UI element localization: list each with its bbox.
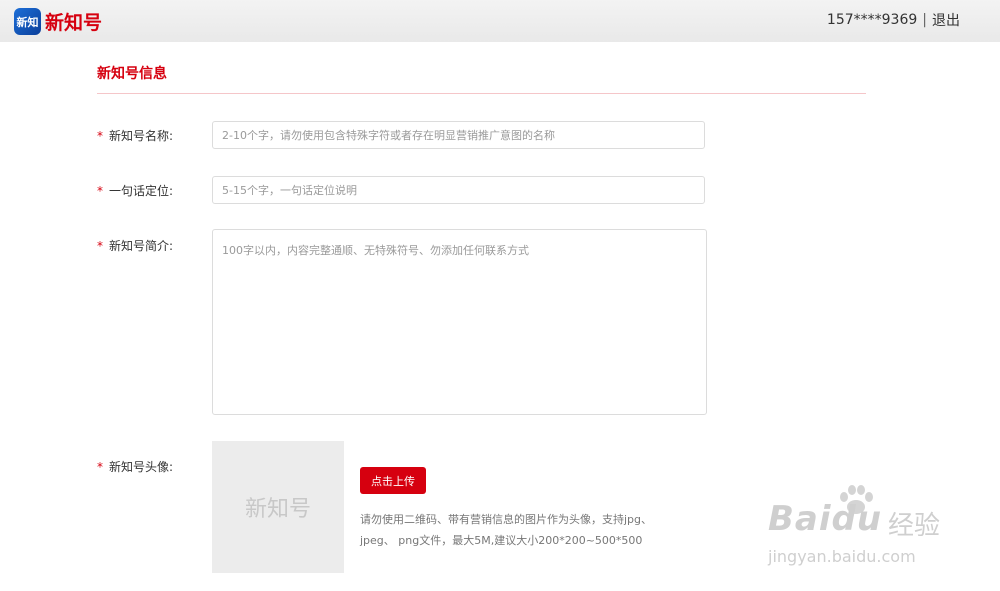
upload-hint: 请勿使用二维码、带有营销信息的图片作为头像，支持jpg、 jpeg、 png文件… <box>360 509 680 551</box>
name-label-text: 新知号名称: <box>109 129 174 143</box>
avatar-placeholder-text: 新知号 <box>244 497 311 522</box>
slogan-label-text: 一句话定位: <box>109 184 174 198</box>
avatar-preview: 新知号 <box>212 441 344 573</box>
baidu-watermark: Baidu 经验 jingyan.baidu.com <box>768 485 968 575</box>
required-mark: * <box>97 129 103 143</box>
name-input[interactable] <box>212 121 705 149</box>
required-mark: * <box>97 184 103 198</box>
avatar-label: * 新知号头像: <box>97 458 173 475</box>
slogan-input[interactable] <box>212 176 705 204</box>
top-bar: 新知 新知号 157****9369 | 退出 <box>0 0 1000 42</box>
upload-hint-line2: jpeg、 png文件，最大5M,建议大小200*200~500*500 <box>360 534 643 547</box>
slogan-label: * 一句话定位: <box>97 182 173 199</box>
required-mark: * <box>97 460 103 474</box>
upload-hint-line1: 请勿使用二维码、带有营销信息的图片作为头像，支持jpg、 <box>360 513 653 526</box>
required-mark: * <box>97 239 103 253</box>
intro-label-text: 新知号简介: <box>109 239 174 253</box>
name-label: * 新知号名称: <box>97 127 173 144</box>
user-separator: | <box>922 12 927 28</box>
intro-textarea[interactable] <box>212 229 707 415</box>
avatar-label-text: 新知号头像: <box>109 460 174 474</box>
upload-button[interactable]: 点击上传 <box>360 467 426 494</box>
intro-label: * 新知号简介: <box>97 237 173 254</box>
user-phone: 157****9369 <box>826 12 918 28</box>
logo[interactable]: 新知 新知号 <box>14 8 102 35</box>
section-title: 新知号信息 <box>97 66 167 82</box>
watermark-url: jingyan.baidu.com <box>768 547 916 566</box>
watermark-brand: Baidu <box>768 499 883 539</box>
user-area: 157****9369 | 退出 <box>827 10 960 30</box>
logo-text: 新知号 <box>45 12 103 34</box>
watermark-cn: 经验 <box>888 511 941 541</box>
logo-mark-icon: 新知 <box>14 8 41 35</box>
section-divider <box>97 93 866 94</box>
logout-link[interactable]: 退出 <box>932 10 960 30</box>
